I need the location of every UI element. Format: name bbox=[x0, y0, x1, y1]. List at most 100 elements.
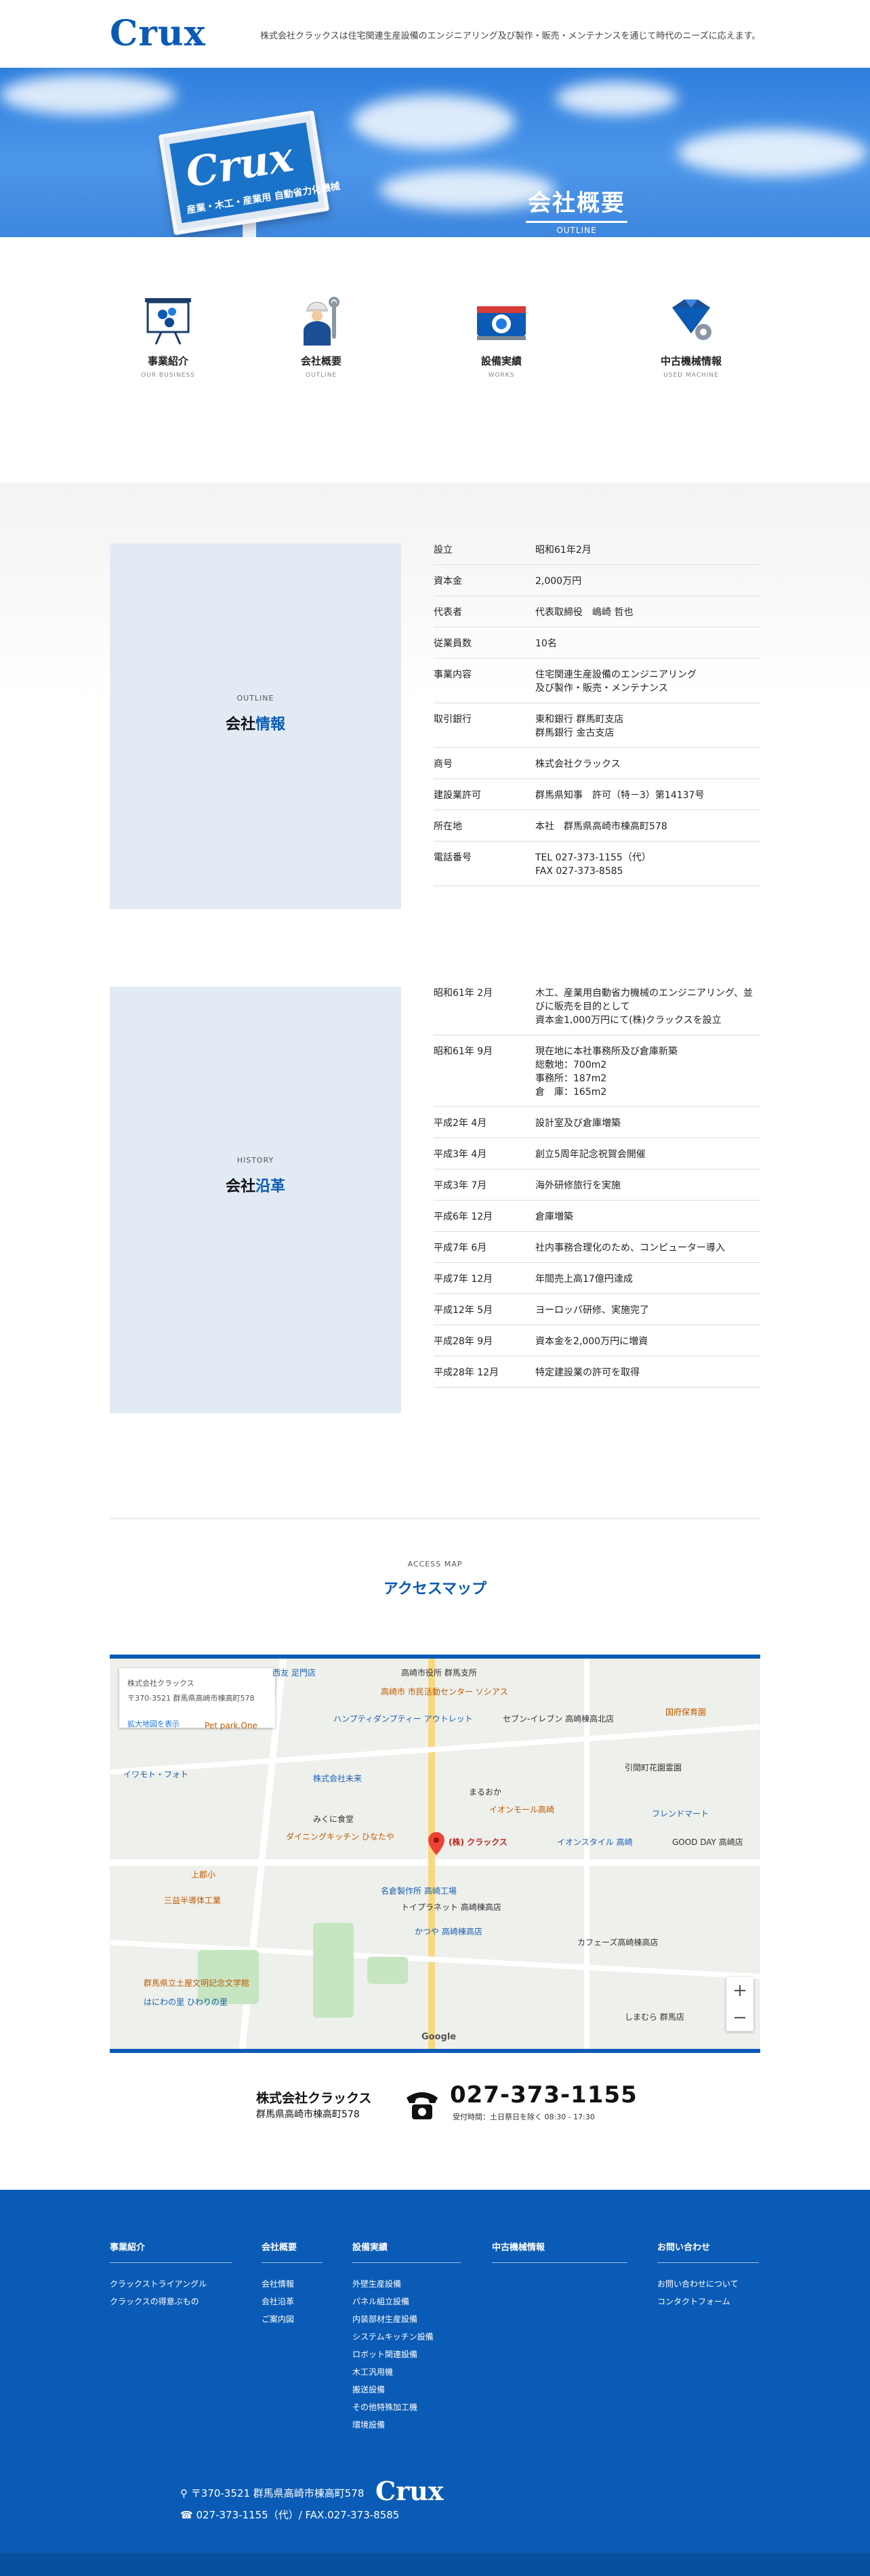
access-heading: アクセスマップ bbox=[383, 1581, 487, 1598]
company-info-label: 代表者 bbox=[434, 607, 462, 618]
history-heading: 会社沿革 bbox=[225, 1178, 286, 1195]
access-heading-en: ACCESS MAP bbox=[407, 1560, 463, 1569]
history-value: 海外研修旅行を実施 bbox=[535, 1180, 621, 1191]
hero-title-block: 会社概要 OUTLINE bbox=[526, 188, 627, 235]
footer-column: 会社概要会社情報 会社沿革 ご案内図 bbox=[262, 2240, 323, 2328]
worker-icon bbox=[294, 294, 348, 348]
history-row: 平成12年 5月 ヨーロッパ研修、実施完了 bbox=[434, 1294, 760, 1325]
nav-outline[interactable]: 会社概要 OUTLINE bbox=[281, 294, 362, 379]
history-label: 昭和61年 2月 bbox=[434, 988, 493, 999]
footer-bottom-bar bbox=[0, 2553, 870, 2576]
map-zoom-control: + − bbox=[726, 1977, 753, 2031]
sign-logo: Crux bbox=[182, 133, 297, 197]
company-info-label: 電話番号 bbox=[434, 852, 472, 863]
footer-link[interactable]: システムキッチン設備 bbox=[352, 2328, 461, 2346]
gem-gear-icon bbox=[664, 294, 718, 348]
footer-logo[interactable]: Crux bbox=[375, 2476, 444, 2506]
company-info-label: 商号 bbox=[434, 759, 453, 770]
company-info-label: 取引銀行 bbox=[434, 714, 472, 725]
map-place-label: カフェーズ高崎棟高店 bbox=[577, 1938, 659, 1947]
footer-column-title[interactable]: 中古機械情報 bbox=[492, 2240, 627, 2263]
footer-column-title[interactable]: 事業紹介 bbox=[110, 2240, 232, 2263]
footer-address: ⚲ 〒370-3521 群馬県高崎市棟高町578 bbox=[180, 2487, 365, 2499]
site-header: Crux 株式会社クラックスは住宅関連生産設備のエンジニアリング及び製作・販売・… bbox=[0, 0, 870, 68]
access-section: ACCESS MAP アクセスマップ 株式会社クラックス 〒370-3521 群… bbox=[0, 1519, 870, 2210]
history-value: 倉庫増築 bbox=[535, 1211, 573, 1222]
footer-link[interactable]: 内装部材生産設備 bbox=[352, 2310, 461, 2328]
map-place-label: はにわの里 ひわりの里 bbox=[144, 1997, 228, 2007]
company-info-value: TEL 027-373-1155（代） FAX 027-373-8585 bbox=[535, 852, 651, 877]
history-value: 特定建設業の許可を取得 bbox=[535, 1367, 640, 1378]
footer-link[interactable]: 搬送設備 bbox=[352, 2381, 461, 2398]
footer-link[interactable]: クラックストライアングル bbox=[110, 2275, 232, 2293]
company-heading-en: OUTLINE bbox=[236, 694, 274, 703]
map-place-label: イワモト・フォト bbox=[123, 1770, 189, 1779]
history-value: ヨーロッパ研修、実施完了 bbox=[535, 1305, 649, 1316]
zoom-out-button[interactable]: − bbox=[726, 2004, 753, 2031]
map-info-card: 株式会社クラックス 〒370-3521 群馬県高崎市棟高町578 拡大地図を表示 bbox=[119, 1668, 275, 1728]
map-card-address: 〒370-3521 群馬県高崎市棟高町578 bbox=[127, 1694, 255, 1703]
company-section: OUTLINE 会社情報 設立 昭和61年2月 資本金 2,000万円 代表者 代表取締役… bbox=[0, 482, 870, 1519]
map-place-label: ダイニングキッチン ひなたや bbox=[286, 1832, 394, 1842]
footer-link[interactable]: パネル組立設備 bbox=[352, 2293, 461, 2310]
company-info-row: 建設業許可 群馬県知事 許可（特－3）第14137号 bbox=[434, 779, 760, 810]
footer-link[interactable]: 会社沿革 bbox=[262, 2293, 323, 2310]
footer-link[interactable]: 環境設備 bbox=[352, 2416, 461, 2434]
map-place-label: 株式会社未来 bbox=[313, 1774, 362, 1783]
history-row: 平成28年 12月 特定建設業の許可を取得 bbox=[434, 1356, 760, 1388]
map-pin-icon[interactable] bbox=[428, 1832, 444, 1855]
company-info-value: 住宅関連生産設備のエンジニアリング 及び製作・販売・メンテナンス bbox=[535, 669, 697, 694]
company-info-row: 設立 昭和61年2月 bbox=[434, 534, 760, 565]
footer-link[interactable]: その他特殊加工機 bbox=[352, 2398, 461, 2416]
footer-link[interactable]: クラックスの得意ぶもの bbox=[110, 2293, 232, 2310]
footer-column: 中古機械情報 bbox=[492, 2240, 627, 2275]
map-place-label: ハンプティダンプティー アウトレット bbox=[333, 1714, 473, 1724]
company-info-label: 所在地 bbox=[434, 821, 462, 832]
company-info-value: 本社 群馬県高崎市棟高町578 bbox=[535, 821, 667, 832]
footer-link[interactable]: ロボット関連設備 bbox=[352, 2346, 461, 2363]
history-label: 平成7年 6月 bbox=[434, 1243, 487, 1253]
access-phone[interactable]: 027-373-1155 bbox=[450, 2081, 638, 2108]
history-label: 昭和61年 9月 bbox=[434, 1046, 493, 1057]
site-logo[interactable]: Crux bbox=[110, 15, 206, 53]
company-info-row: 資本金 2,000万円 bbox=[434, 565, 760, 596]
footer-column-title[interactable]: 設備実績 bbox=[352, 2240, 461, 2263]
zoom-in-button[interactable]: + bbox=[726, 1977, 753, 2004]
page-title: 会社概要 bbox=[528, 190, 625, 217]
map-place-label: みくに食堂 bbox=[313, 1814, 354, 1824]
footer-link[interactable]: 会社情報 bbox=[262, 2275, 323, 2293]
tagline: 株式会社クラックスは住宅関連生産設備のエンジニアリング及び製作・販売・メンテナン… bbox=[260, 31, 761, 41]
map-place-label: 引間町花園霊園 bbox=[625, 1763, 682, 1772]
google-map[interactable]: 株式会社クラックス 〒370-3521 群馬県高崎市棟高町578 拡大地図を表示… bbox=[110, 1655, 760, 2053]
nav-works[interactable]: 設備実績 WORKS bbox=[461, 294, 542, 379]
footer-column-title[interactable]: お問い合わせ bbox=[657, 2240, 759, 2263]
nav-used-label: 中古機械情報 bbox=[660, 355, 722, 367]
footer-link[interactable]: お問い合わせについて bbox=[657, 2275, 759, 2293]
company-info-row: 所在地 本社 群馬県高崎市棟高町578 bbox=[434, 810, 760, 842]
map-pin-label: (株) クラックス bbox=[449, 1837, 508, 1847]
map-place-label: GOOD DAY 高崎店 bbox=[672, 1837, 743, 1847]
footer-link[interactable]: ご案内図 bbox=[262, 2310, 323, 2328]
map-place-label: 三益半導体工業 bbox=[164, 1896, 222, 1905]
access-company-address: 群馬県高崎市棟高町578 bbox=[256, 2109, 360, 2120]
history-label: 平成7年 12月 bbox=[434, 1274, 493, 1285]
google-logo: Google bbox=[421, 2032, 457, 2042]
footer-link[interactable]: 木工汎用機 bbox=[352, 2363, 461, 2381]
history-row: 平成6年 12月 倉庫増築 bbox=[434, 1201, 760, 1232]
sign-board: Crux 産業・木工・産業用 自動省力化機械 bbox=[158, 110, 341, 236]
history-label: 平成3年 7月 bbox=[434, 1180, 487, 1191]
access-hours: 受付時間：土日祭日を除く 08:30 - 17:30 bbox=[453, 2113, 595, 2121]
footer-link[interactable]: コンタクトフォーム bbox=[657, 2293, 759, 2310]
company-info-value: 株式会社クラックス bbox=[535, 759, 621, 770]
machine-icon bbox=[474, 294, 529, 348]
footer-link[interactable]: 外壁生産設備 bbox=[352, 2275, 461, 2293]
map-place-label: トイプラネット 高崎棟高店 bbox=[401, 1903, 501, 1912]
nav-used-machine[interactable]: 中古機械情報 USED MACHINE bbox=[650, 294, 732, 379]
company-info-label: 事業内容 bbox=[434, 669, 472, 680]
company-info-value: 2,000万円 bbox=[535, 576, 582, 587]
location-pin-icon: ⚲ bbox=[180, 2487, 191, 2499]
footer-column-title[interactable]: 会社概要 bbox=[262, 2240, 323, 2263]
nav-business[interactable]: 事業紹介 OUR BUSINESS bbox=[127, 294, 209, 379]
company-info-label: 資本金 bbox=[434, 576, 462, 587]
company-info-row: 従業員数 10名 bbox=[434, 627, 760, 659]
